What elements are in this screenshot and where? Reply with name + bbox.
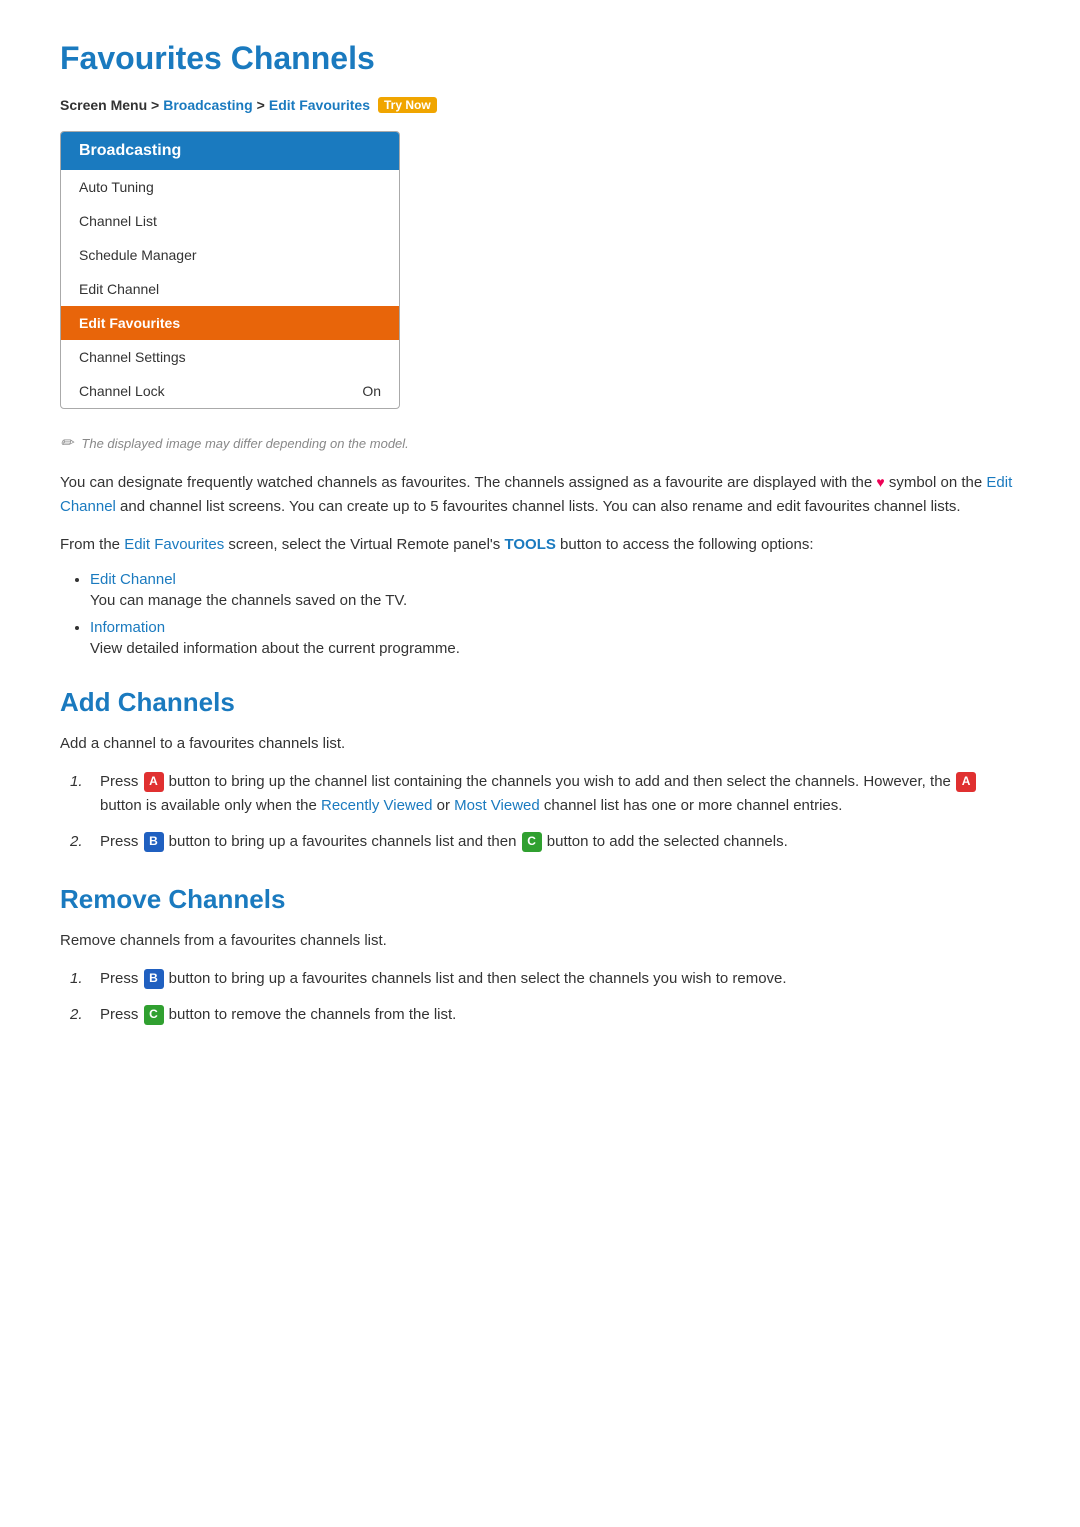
step-num-1: 1. bbox=[70, 770, 92, 794]
breadcrumb-sep1: > bbox=[257, 97, 265, 113]
note-text: The displayed image may differ depending… bbox=[81, 436, 408, 451]
edit-favourites-link[interactable]: Edit Favourites bbox=[124, 536, 224, 553]
step-num-2: 2. bbox=[70, 830, 92, 854]
add-step-1-text: Press A button to bring up the channel l… bbox=[100, 770, 1020, 818]
add-channels-intro: Add a channel to a favourites channels l… bbox=[60, 732, 1020, 756]
remove-channels-intro: Remove channels from a favourites channe… bbox=[60, 929, 1020, 953]
intro-paragraph-2: From the Edit Favourites screen, select … bbox=[60, 533, 1020, 557]
recently-viewed-link[interactable]: Recently Viewed bbox=[321, 797, 432, 814]
remove-step-num-1: 1. bbox=[70, 967, 92, 991]
list-item-edit-channel: Edit Channel You can manage the channels… bbox=[90, 571, 1020, 609]
note-line: ✏ The displayed image may differ dependi… bbox=[60, 433, 1020, 453]
breadcrumb: Screen Menu > Broadcasting > Edit Favour… bbox=[60, 97, 1020, 113]
button-c-2: C bbox=[144, 1005, 164, 1025]
add-channels-title: Add Channels bbox=[60, 687, 1020, 718]
add-step-2-text: Press B button to bring up a favourites … bbox=[100, 830, 788, 854]
remove-step-num-2: 2. bbox=[70, 1003, 92, 1027]
page-title: Favourites Channels bbox=[60, 40, 1020, 77]
information-link[interactable]: Information bbox=[90, 619, 165, 636]
breadcrumb-edit-favourites[interactable]: Edit Favourites bbox=[269, 97, 370, 113]
menu-item-channel-settings[interactable]: Channel Settings bbox=[61, 340, 399, 374]
menu-box: Broadcasting Auto Tuning Channel List Sc… bbox=[60, 131, 400, 409]
heart-symbol: ♥ bbox=[876, 474, 884, 490]
pencil-icon: ✏ bbox=[60, 433, 73, 453]
edit-channel-link-1[interactable]: Edit Channel bbox=[60, 474, 1012, 515]
channel-lock-label: Channel Lock bbox=[79, 383, 165, 399]
try-now-badge[interactable]: Try Now bbox=[378, 97, 437, 113]
most-viewed-link[interactable]: Most Viewed bbox=[454, 797, 540, 814]
menu-item-edit-favourites[interactable]: Edit Favourites bbox=[61, 306, 399, 340]
list-item-information: Information View detailed information ab… bbox=[90, 619, 1020, 657]
menu-item-schedule-manager[interactable]: Schedule Manager bbox=[61, 238, 399, 272]
remove-step-1: 1. Press B button to bring up a favourit… bbox=[70, 967, 1020, 991]
options-list: Edit Channel You can manage the channels… bbox=[60, 571, 1020, 657]
menu-item-edit-channel[interactable]: Edit Channel bbox=[61, 272, 399, 306]
intro-paragraph-1: You can designate frequently watched cha… bbox=[60, 471, 1020, 519]
channel-lock-value: On bbox=[362, 383, 381, 399]
menu-item-channel-list[interactable]: Channel List bbox=[61, 204, 399, 238]
menu-item-channel-lock[interactable]: Channel Lock On bbox=[61, 374, 399, 408]
remove-step-1-text: Press B button to bring up a favourites … bbox=[100, 967, 787, 991]
edit-channel-sub: You can manage the channels saved on the… bbox=[90, 592, 1020, 609]
remove-channels-steps: 1. Press B button to bring up a favourit… bbox=[60, 967, 1020, 1027]
remove-step-2-text: Press C button to remove the channels fr… bbox=[100, 1003, 456, 1027]
button-c-1: C bbox=[522, 832, 542, 852]
button-a-2: A bbox=[956, 772, 976, 792]
menu-header: Broadcasting bbox=[61, 132, 399, 170]
tools-label: TOOLS bbox=[504, 536, 555, 553]
information-sub: View detailed information about the curr… bbox=[90, 640, 1020, 657]
button-b-1: B bbox=[144, 832, 164, 852]
menu-item-auto-tuning[interactable]: Auto Tuning bbox=[61, 170, 399, 204]
remove-step-2: 2. Press C button to remove the channels… bbox=[70, 1003, 1020, 1027]
edit-channel-link-2[interactable]: Edit Channel bbox=[90, 571, 176, 588]
button-b-2: B bbox=[144, 969, 164, 989]
breadcrumb-broadcasting[interactable]: Broadcasting bbox=[163, 97, 252, 113]
remove-channels-title: Remove Channels bbox=[60, 884, 1020, 915]
add-step-1: 1. Press A button to bring up the channe… bbox=[70, 770, 1020, 818]
button-a-1: A bbox=[144, 772, 164, 792]
breadcrumb-prefix: Screen Menu > bbox=[60, 97, 159, 113]
add-step-2: 2. Press B button to bring up a favourit… bbox=[70, 830, 1020, 854]
add-channels-steps: 1. Press A button to bring up the channe… bbox=[60, 770, 1020, 854]
